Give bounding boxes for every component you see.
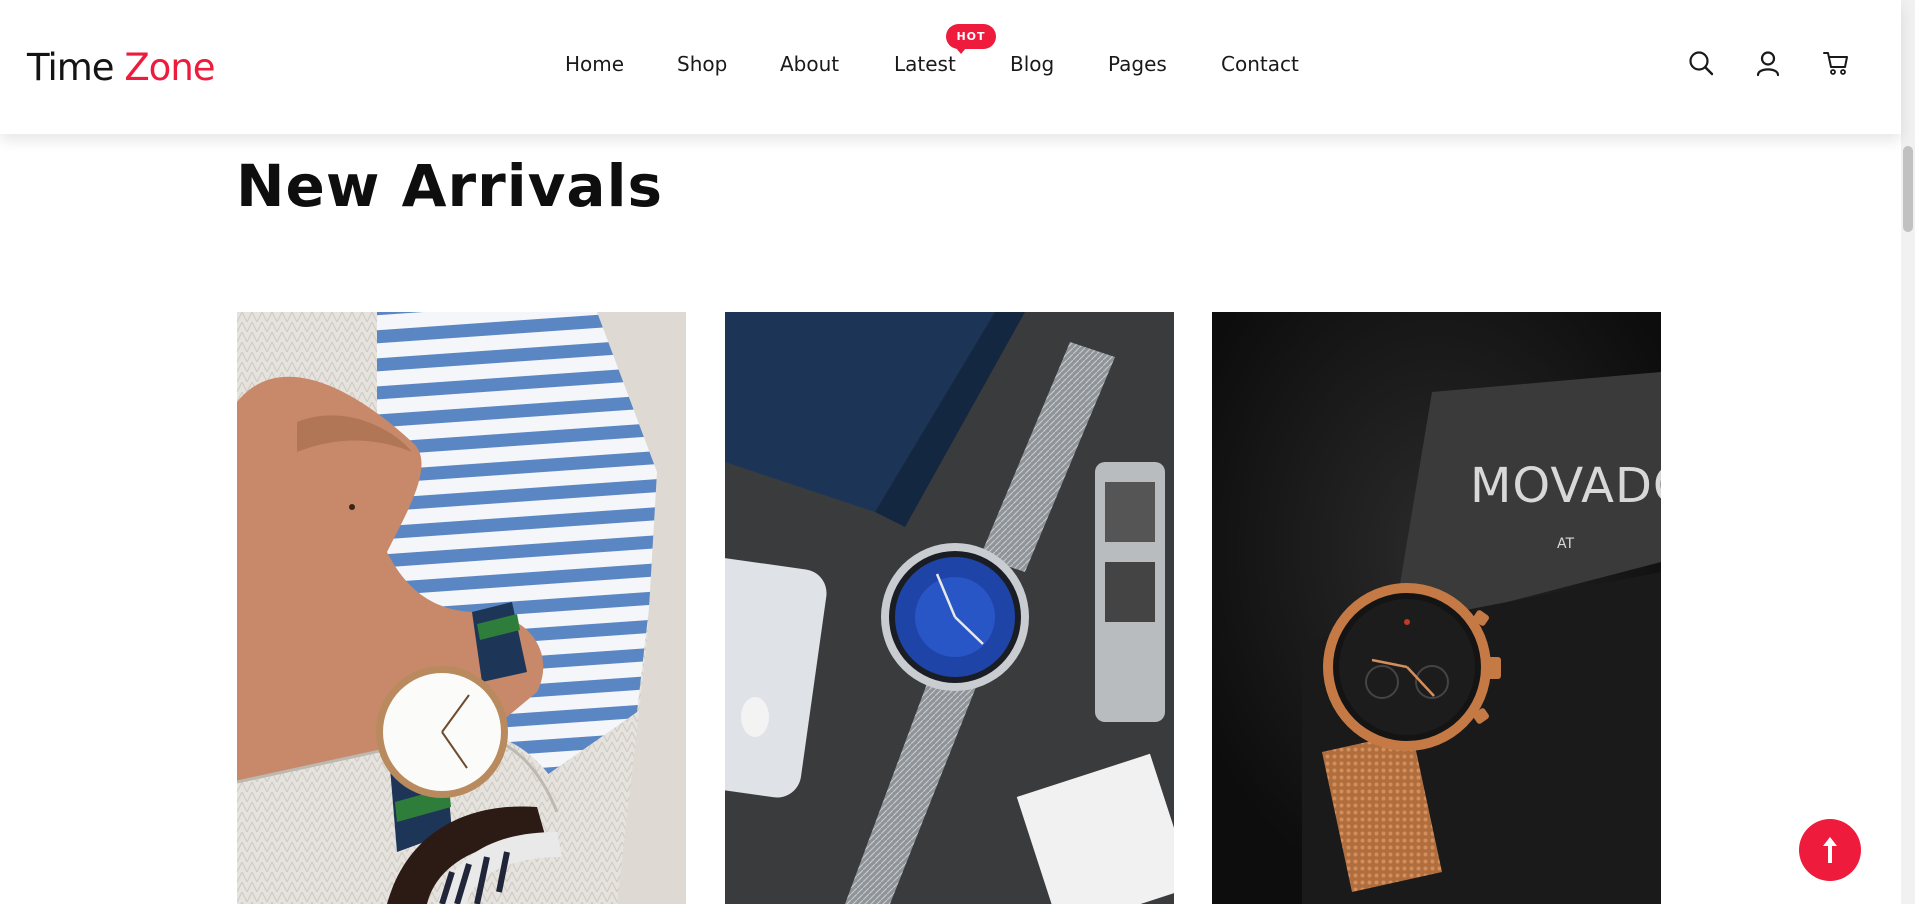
nav-home[interactable]: Home: [565, 52, 624, 76]
product-card-1[interactable]: [237, 312, 686, 904]
nav-pages[interactable]: Pages: [1108, 52, 1167, 76]
box-brand-text: MOVADO: [1470, 458, 1661, 514]
back-to-top-button[interactable]: [1799, 819, 1861, 881]
cart-icon[interactable]: [1822, 49, 1850, 77]
box-brand-subtext: AT: [1557, 536, 1574, 552]
product-card-3[interactable]: MOVADO AT: [1212, 312, 1661, 904]
product-image-rose-gold-watch: MOVADO AT: [1212, 312, 1661, 904]
product-image-blue-watch: [725, 312, 1174, 904]
scrollbar-thumb[interactable]: [1903, 146, 1913, 232]
nav-shop[interactable]: Shop: [677, 52, 727, 76]
page-scrollbar[interactable]: [1901, 0, 1915, 904]
search-icon[interactable]: [1687, 49, 1715, 77]
hot-badge: HOT: [946, 24, 996, 54]
product-image-wrist-watch: [237, 312, 686, 904]
main-nav: Home Shop About Latest Blog Pages Contac…: [0, 52, 1901, 78]
nav-blog[interactable]: Blog: [1010, 52, 1054, 76]
arrow-up-icon: [1823, 837, 1837, 863]
section-title: New Arrivals: [236, 152, 663, 220]
product-card-2[interactable]: [725, 312, 1174, 904]
site-header: Time Zone Home Shop About Latest Blog Pa…: [0, 0, 1901, 134]
page: Time Zone Home Shop About Latest Blog Pa…: [0, 0, 1915, 904]
nav-latest[interactable]: Latest: [894, 52, 956, 76]
nav-about[interactable]: About: [780, 52, 839, 76]
user-icon[interactable]: [1754, 49, 1782, 77]
nav-contact[interactable]: Contact: [1221, 52, 1299, 76]
